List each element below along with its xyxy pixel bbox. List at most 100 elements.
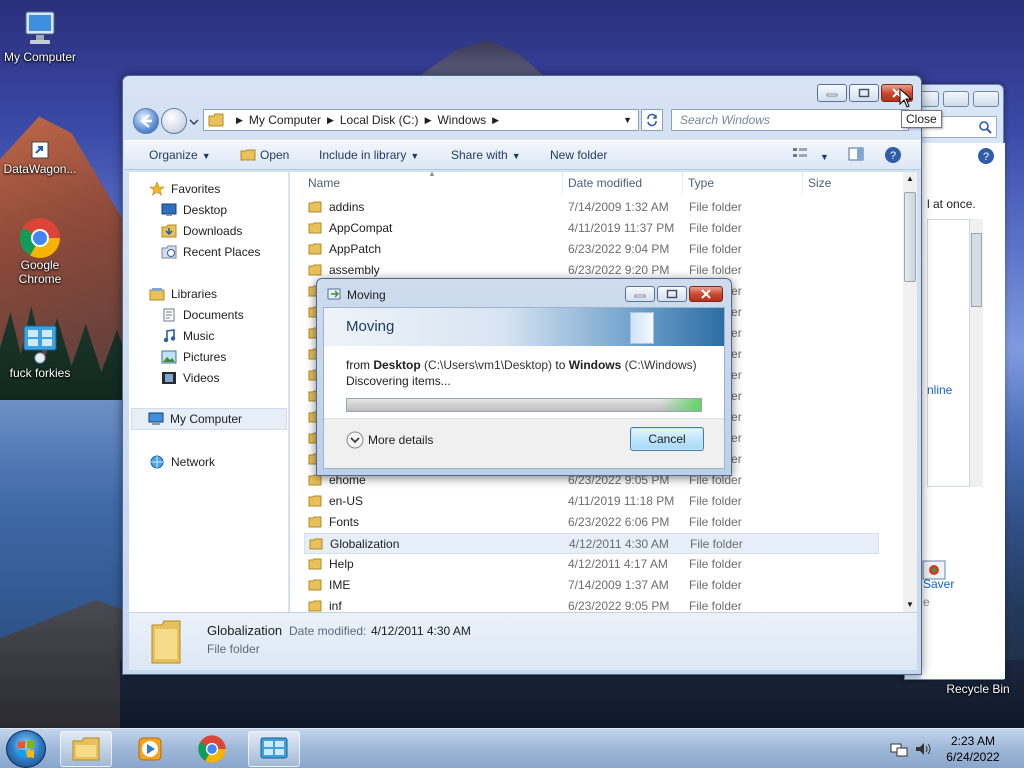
table-row[interactable]: addins 7/14/2009 1:32 AM File folder [304, 197, 879, 218]
desktop-icon-chrome[interactable]: Google Chrome [0, 216, 80, 286]
column-header-type[interactable]: Type [688, 172, 803, 194]
row-type: File folder [690, 537, 743, 551]
progress-fill [347, 399, 701, 411]
start-button[interactable] [6, 730, 46, 768]
moving-dialog[interactable]: Moving Moving from Desktop (C:\Users\vm1… [316, 278, 732, 476]
desktop-icon-recycle-bin[interactable]: Recycle Bin [938, 682, 1018, 696]
maximize-icon [858, 88, 870, 98]
dialog-maximize-button[interactable] [657, 286, 687, 302]
table-row[interactable]: AppCompat 4/11/2019 11:37 PM File folder [304, 218, 879, 239]
help-icon[interactable]: ? [977, 147, 995, 165]
scroll-thumb[interactable] [904, 192, 916, 282]
row-name: IME [329, 578, 351, 592]
nav-documents[interactable]: Documents [161, 308, 244, 322]
address-bar[interactable]: ▶ My Computer ▶ Local Disk (C:) ▶ Window… [203, 109, 639, 131]
new-folder-button[interactable]: New folder [550, 148, 607, 162]
navigation-pane: Favorites Desktop Downloads Recent Place… [129, 172, 289, 612]
maximize-button[interactable] [849, 84, 879, 102]
breadcrumb-windows[interactable]: Windows [437, 113, 486, 127]
back-button[interactable] [133, 108, 159, 134]
nav-network[interactable]: Network [149, 455, 215, 469]
open-button[interactable]: Open [240, 148, 289, 162]
cancel-button[interactable]: Cancel [630, 427, 704, 451]
documents-icon [163, 308, 175, 322]
volume-tray-icon[interactable] [914, 741, 932, 757]
taskbar-network-app[interactable] [248, 731, 300, 767]
more-details-toggle[interactable]: More details [346, 431, 433, 449]
table-row[interactable]: Fonts 6/23/2022 6:06 PM File folder [304, 512, 879, 533]
desktop-icon-fuck-forkies[interactable]: fuck forkies [0, 324, 80, 380]
nav-desktop[interactable]: Desktop [161, 203, 227, 217]
desktop-icon-label: fuck forkies [9, 366, 71, 380]
scroll-up-icon[interactable]: ▲ [906, 174, 914, 183]
view-options-button[interactable]: ▼ [792, 146, 829, 163]
pictures-icon [161, 350, 177, 364]
column-header-date[interactable]: Date modified [568, 172, 683, 194]
bg-link[interactable]: Saver [923, 577, 954, 591]
bg-link[interactable]: nline [927, 383, 952, 397]
nav-videos[interactable]: Videos [161, 371, 219, 385]
nav-libraries[interactable]: Libraries [149, 287, 217, 301]
nav-pictures[interactable]: Pictures [161, 350, 226, 364]
nav-my-computer[interactable]: My Computer [131, 408, 287, 430]
search-placeholder: Search Windows [680, 113, 770, 127]
table-row[interactable]: IME 7/14/2009 1:37 AM File folder [304, 575, 879, 596]
system-clock[interactable]: 2:23 AM 6/24/2022 [940, 733, 1006, 765]
taskbar-chrome[interactable] [186, 731, 238, 767]
table-row[interactable]: inf 6/23/2022 9:05 PM File folder [304, 596, 879, 612]
chrome-icon [198, 735, 226, 763]
close-tooltip: Close [901, 110, 942, 128]
folder-icon [308, 222, 322, 234]
share-with-button[interactable]: Share with ▼ [451, 148, 521, 162]
taskbar-media-player[interactable] [124, 731, 176, 767]
breadcrumb-local-disk[interactable]: Local Disk (C:) [340, 113, 419, 127]
file-list-scrollbar[interactable]: ▲ ▼ [903, 172, 917, 612]
recent-pages-chevron-icon[interactable] [189, 118, 199, 126]
minimize-button[interactable] [817, 84, 847, 102]
column-header-name[interactable]: Name ▲ [308, 172, 563, 194]
table-row[interactable]: Globalization 4/12/2011 4:30 AM File folde… [304, 533, 879, 554]
search-input[interactable]: Search Windows [671, 109, 909, 131]
desktop-icon-datawagon[interactable]: DataWagon... [0, 138, 80, 176]
bg-close-button[interactable] [973, 91, 999, 107]
details-name: Globalization [207, 623, 283, 638]
bg-maximize-button[interactable] [943, 91, 969, 107]
folder-icon [308, 495, 322, 507]
desktop-icon-my-computer[interactable]: My Computer [0, 8, 80, 64]
help-button[interactable]: ? [884, 146, 902, 167]
bg-scrollbar[interactable] [969, 219, 983, 487]
dialog-minimize-button[interactable] [625, 286, 655, 302]
chevron-down-icon [346, 431, 364, 449]
nav-recent-places[interactable]: Recent Places [161, 245, 260, 259]
folder-icon [308, 516, 322, 528]
preview-pane-button[interactable] [848, 147, 864, 164]
row-name: Globalization [330, 537, 400, 551]
scroll-down-icon[interactable]: ▼ [906, 600, 914, 609]
row-date: 6/23/2022 9:04 PM [568, 242, 670, 256]
row-type: File folder [689, 599, 742, 612]
breadcrumb-my-computer[interactable]: My Computer [249, 113, 321, 127]
libraries-icon [149, 288, 165, 301]
star-icon [149, 182, 165, 196]
address-dropdown-icon[interactable]: ▼ [623, 115, 632, 125]
table-row[interactable]: Help 4/12/2011 4:17 AM File folder [304, 554, 879, 575]
table-row[interactable]: AppPatch 6/23/2022 9:04 PM File folder [304, 239, 879, 260]
taskbar-explorer[interactable] [60, 731, 112, 767]
forward-button[interactable] [161, 108, 187, 134]
nav-music[interactable]: Music [161, 329, 214, 343]
organize-button[interactable]: Organize ▼ [149, 148, 211, 162]
nav-downloads[interactable]: Downloads [161, 224, 242, 238]
table-row[interactable]: en-US 4/11/2019 11:18 PM File folder [304, 491, 879, 512]
mouse-cursor-icon [899, 88, 913, 108]
network-tray-icon[interactable] [890, 741, 908, 757]
file-explorer-icon [72, 737, 100, 761]
nav-favorites[interactable]: Favorites [149, 182, 220, 196]
dialog-close-button[interactable] [689, 286, 723, 302]
column-header-size[interactable]: Size [808, 172, 883, 194]
back-arrow-icon [140, 114, 152, 128]
include-in-library-button[interactable]: Include in library ▼ [319, 148, 419, 162]
row-date: 4/11/2019 11:18 PM [568, 494, 675, 508]
music-icon [163, 329, 176, 343]
bg-text: e [923, 595, 930, 609]
refresh-button[interactable] [641, 109, 663, 131]
